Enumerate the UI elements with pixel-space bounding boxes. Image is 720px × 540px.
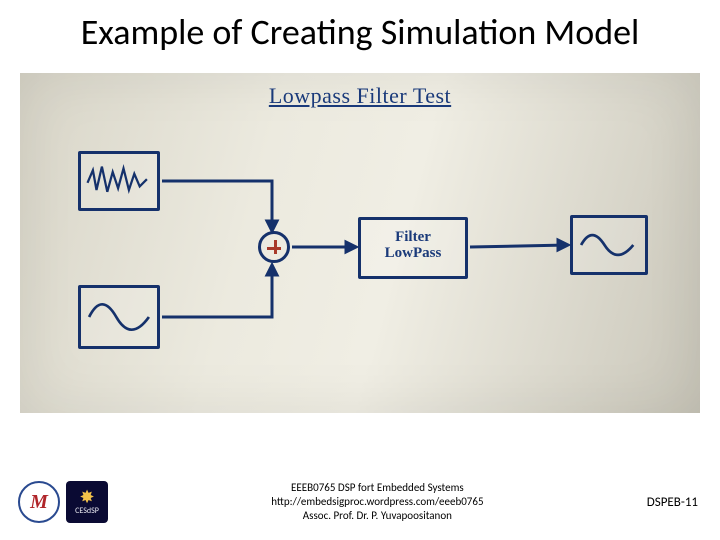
cesdsp-logo: ✸ CESdSP bbox=[66, 481, 108, 523]
connection-wires bbox=[20, 73, 700, 413]
footer-logos: M ✸ CESdSP bbox=[18, 481, 108, 523]
footer-line2: http://embedsigproc.wordpress.com/eeeb07… bbox=[108, 495, 647, 509]
cesdsp-label: CESdSP bbox=[75, 506, 99, 516]
footer-credits: EEEB0765 DSP fort Embedded Systems http:… bbox=[108, 481, 647, 522]
footer-line3: Assoc. Prof. Dr. P. Yuvapoositanon bbox=[108, 509, 647, 523]
slide-title: Example of Creating Simulation Model bbox=[0, 0, 720, 61]
slide-number: DSPEB-11 bbox=[647, 495, 698, 510]
university-logo: M bbox=[18, 481, 60, 523]
slide-footer: M ✸ CESdSP EEEB0765 DSP fort Embedded Sy… bbox=[0, 472, 720, 532]
whiteboard-photo: Lowpass Filter Test Filter LowPass bbox=[20, 73, 700, 413]
burst-icon: ✸ bbox=[79, 488, 94, 506]
footer-line1: EEEB0765 DSP fort Embedded Systems bbox=[108, 481, 647, 495]
